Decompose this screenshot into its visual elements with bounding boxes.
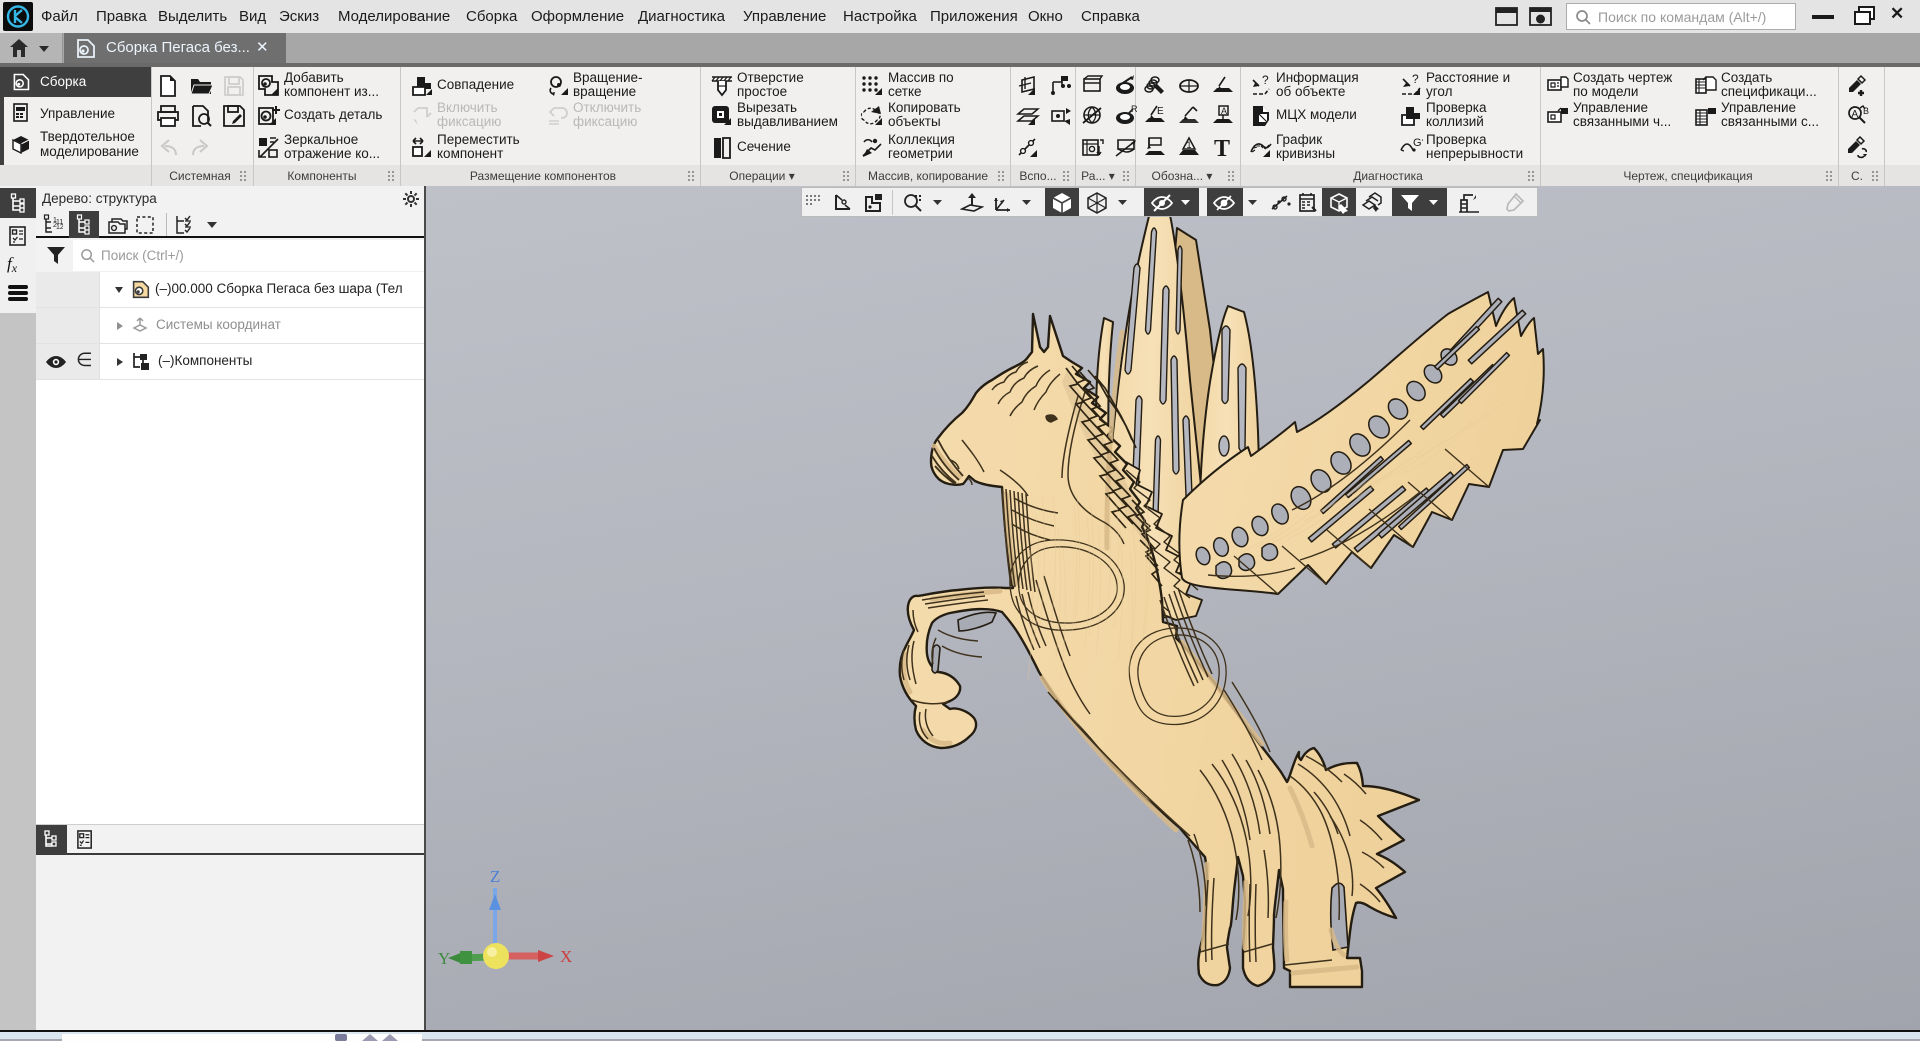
svg-text:?: ? (1262, 74, 1269, 87)
svg-text:Y: Y (438, 949, 450, 968)
svg-text:B: B (1863, 106, 1869, 116)
svg-text:X: X (560, 947, 572, 966)
svg-text:E: E (1157, 106, 1164, 117)
svg-text:12: 12 (56, 224, 63, 231)
svg-text:A: A (1221, 106, 1227, 116)
svg-text:R: R (1131, 104, 1138, 114)
svg-text:A: A (1852, 109, 1859, 120)
svg-text:1: 1 (1187, 140, 1192, 150)
svg-text:Z: Z (490, 867, 500, 886)
svg-text:?: ? (1412, 74, 1419, 86)
svg-text:G?: G? (1413, 137, 1423, 149)
svg-text:T: T (1214, 136, 1230, 160)
